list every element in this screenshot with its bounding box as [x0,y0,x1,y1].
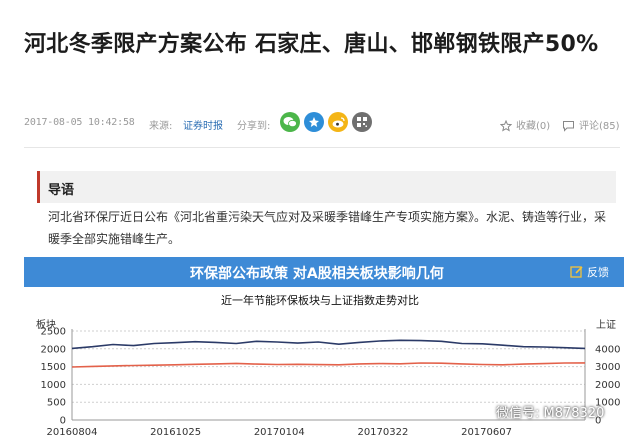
right-axis-label: 上证 [596,319,616,331]
y-right-tick-label: 2000 [595,380,620,391]
wechat-watermark-icon [472,404,492,419]
source-link[interactable]: 证券时报 [183,117,223,132]
guide-label: 导语 [48,183,75,198]
y-left-tick-label: 2000 [41,344,66,355]
publish-datetime: 2017-08-05 10:42:58 [24,117,135,128]
source-label: 来源: [149,121,173,132]
x-tick-label: 20170322 [357,427,408,438]
y-left-tick-label: 1000 [41,380,66,391]
meta-divider [24,147,620,148]
favorite-label: 收藏(0) [516,121,551,132]
y-right-tick-label: 4000 [595,344,620,355]
y-left-tick-label: 0 [60,416,66,427]
article-summary: 河北省环保厅近日公布《河北省重污染天气应对及采暖季错峰生产专项实施方案》。水泥、… [48,210,607,246]
article-title: 河北冬季限产方案公布 石家庄、唐山、邯郸钢铁限产50% [24,32,599,57]
guide-box: 导语 [37,171,616,203]
x-tick-label: 20170104 [254,427,305,438]
feedback-button[interactable]: 反馈 [560,257,624,287]
wechat-watermark: 微信号: M878320 [472,402,604,421]
y-left-tick-label: 500 [47,398,66,409]
feedback-label: 反馈 [587,266,609,279]
comment-button[interactable]: 评论(85) [562,117,620,132]
wechat-icon[interactable] [280,112,300,132]
y-left-tick-label: 2500 [41,327,66,338]
banner-title: 环保部公布政策 对A股相关板块影响几何 [190,266,444,282]
star-icon [499,119,513,132]
y-right-tick-label: 3000 [595,362,620,373]
favorite-button[interactable]: 收藏(0) [499,117,551,132]
comment-icon [563,121,574,132]
comment-label: 评论(85) [579,121,620,132]
topic-banner: 环保部公布政策 对A股相关板块影响几何 反馈 [24,257,624,287]
y-left-tick-label: 1500 [41,362,66,373]
weibo-icon[interactable] [328,112,348,132]
qzone-icon[interactable] [304,112,324,132]
sector-index-line [71,339,586,350]
article-meta: 2017-08-05 10:42:58 来源: 证券时报 分享到: 收藏(0) … [24,112,620,134]
x-tick-label: 20170607 [461,427,512,438]
share-icons [280,112,372,134]
x-tick-label: 20160804 [47,427,98,438]
share-label: 分享到: [237,121,271,132]
x-tick-label: 20161025 [150,427,201,438]
edit-icon [570,266,583,278]
qrcode-icon[interactable] [352,112,372,132]
watermark-text: 微信号: M878320 [496,406,605,421]
